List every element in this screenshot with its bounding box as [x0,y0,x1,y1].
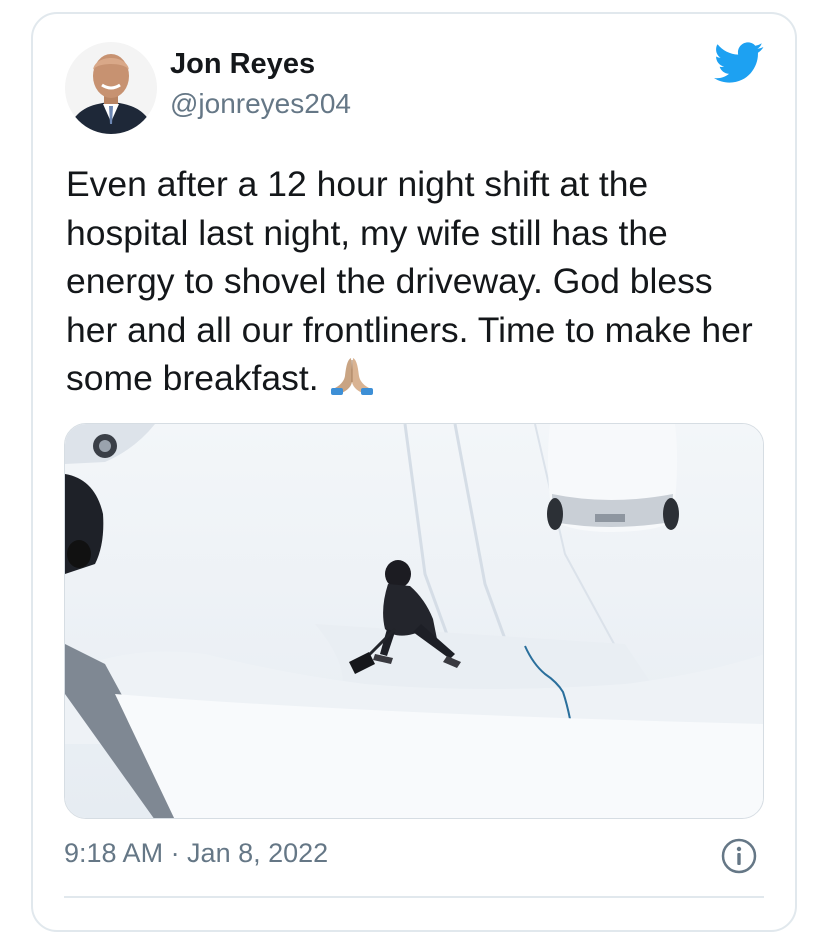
avatar[interactable] [65,42,157,134]
tweet-photo[interactable] [64,423,764,819]
twitter-bird-icon[interactable] [714,42,764,84]
info-icon[interactable] [721,838,757,874]
author-name[interactable]: Jon Reyes [170,48,315,81]
folded-hands-emoji [327,356,377,396]
divider [64,896,764,898]
tweet-text: Even after a 12 hour night shift at the … [66,160,766,403]
author-handle[interactable]: @jonreyes204 [170,88,351,120]
tweet-body: Even after a 12 hour night shift at the … [66,164,753,398]
tweet-timestamp[interactable]: 9:18 AM · Jan 8, 2022 [64,838,328,869]
